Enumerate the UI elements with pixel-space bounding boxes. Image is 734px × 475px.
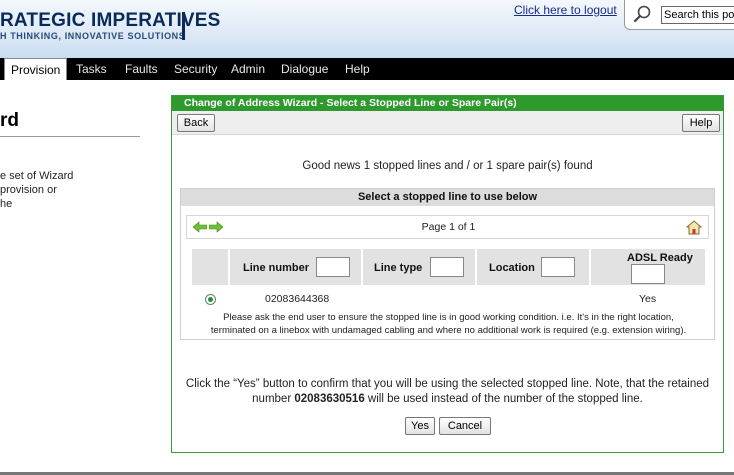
col-location-label: Location	[489, 262, 535, 274]
confirm-line: number 02083630516 will be used instead …	[172, 392, 723, 407]
logo-title: RATEGIC IMPERATIVES	[0, 10, 221, 31]
wizard-title: Change of Address Wizard - Select a Stop…	[172, 96, 723, 111]
nav-admin[interactable]: Admin	[231, 58, 265, 80]
logo-divider	[182, 12, 185, 40]
col-line-number-label: Line number	[243, 262, 310, 274]
line-type-filter[interactable]	[430, 257, 464, 277]
line-select-radio[interactable]	[205, 294, 216, 305]
location-filter[interactable]	[541, 257, 575, 277]
nav-security[interactable]: Security	[174, 58, 217, 80]
confirm-pre: number	[252, 393, 292, 405]
confirm-post: will be used instead of the number of th…	[367, 393, 643, 405]
pager: Page 1 of 1	[186, 215, 709, 239]
home-icon[interactable]	[686, 220, 702, 235]
section-heading: Select a stopped line to use below	[181, 189, 714, 206]
adsl-ready-filter[interactable]	[631, 264, 665, 284]
help-button[interactable]: Help	[682, 114, 720, 132]
left-text-line: e set of Wizard	[0, 170, 74, 182]
search-input[interactable]	[661, 6, 734, 24]
col-adsl-ready: ADSL Ready	[591, 249, 705, 285]
col-select	[192, 249, 228, 285]
left-description: e set of Wizard provision or he	[0, 169, 100, 211]
note-line: Please ask the end user to ensure the st…	[223, 312, 674, 323]
stopped-line-panel: Select a stopped line to use below Page …	[180, 188, 715, 340]
cancel-button[interactable]: Cancel	[439, 417, 491, 435]
back-button[interactable]: Back	[177, 114, 215, 132]
row-adsl-ready: Yes	[639, 293, 657, 305]
page-indicator: Page 1 of 1	[421, 221, 476, 233]
left-page-title: rd	[0, 110, 19, 131]
line-number-filter[interactable]	[316, 257, 350, 277]
nav-help[interactable]: Help	[345, 58, 370, 80]
col-line-number: Line number	[230, 249, 361, 285]
col-adsl-ready-label: ADSL Ready	[627, 252, 693, 264]
confirm-message: Click the “Yes” button to confirm that y…	[172, 377, 723, 407]
wizard-toolbar: Back Help	[172, 111, 723, 135]
note-line: terminated on a linebox with undamaged c…	[210, 325, 687, 336]
nav-provision[interactable]: Provision	[4, 58, 68, 80]
col-location: Location	[477, 249, 589, 285]
col-line-type: Line type	[363, 249, 475, 285]
nav-tasks[interactable]: Tasks	[76, 58, 107, 80]
header: RATEGIC IMPERATIVES H THINKING, INNOVATI…	[0, 0, 734, 58]
main-nav: Provision Tasks Faults Security Admin Di…	[0, 58, 734, 80]
line-condition-note: Please ask the end user to ensure the st…	[181, 311, 716, 337]
left-divider	[0, 136, 140, 137]
search-icon[interactable]	[633, 4, 653, 24]
retained-number: 02083630516	[294, 393, 365, 405]
nav-faults[interactable]: Faults	[125, 58, 158, 80]
search-box	[624, 0, 734, 30]
col-line-type-label: Line type	[374, 262, 423, 274]
results-message: Good news 1 stopped lines and / or 1 spa…	[302, 160, 593, 172]
row-line-number: 02083644368	[265, 293, 330, 305]
left-text-line: provision or	[0, 184, 57, 196]
confirm-line: Click the “Yes” button to confirm that y…	[185, 378, 710, 390]
nav-dialogue[interactable]: Dialogue	[281, 58, 328, 80]
logout-link[interactable]: Click here to logout	[514, 3, 617, 17]
left-text-line: he	[0, 198, 13, 210]
yes-button[interactable]: Yes	[405, 417, 435, 435]
logo-subtitle: H THINKING, INNOVATIVE SOLUTIONS	[0, 31, 186, 41]
wizard-panel: Change of Address Wizard - Select a Stop…	[171, 95, 724, 453]
